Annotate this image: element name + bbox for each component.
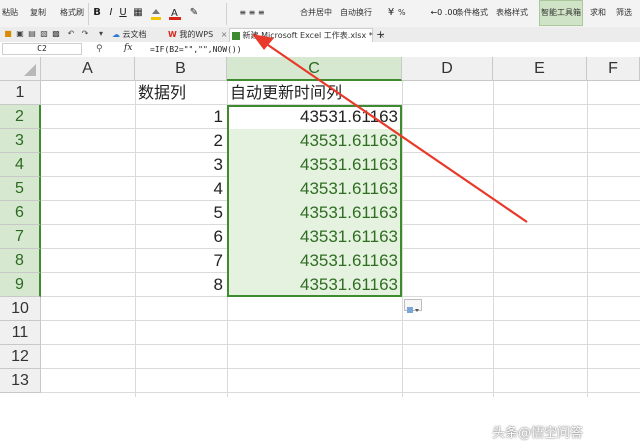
watermark: 头条@悟空问答 — [492, 426, 584, 441]
arrow-line — [267, 44, 528, 223]
annotation-arrow — [252, 34, 528, 223]
